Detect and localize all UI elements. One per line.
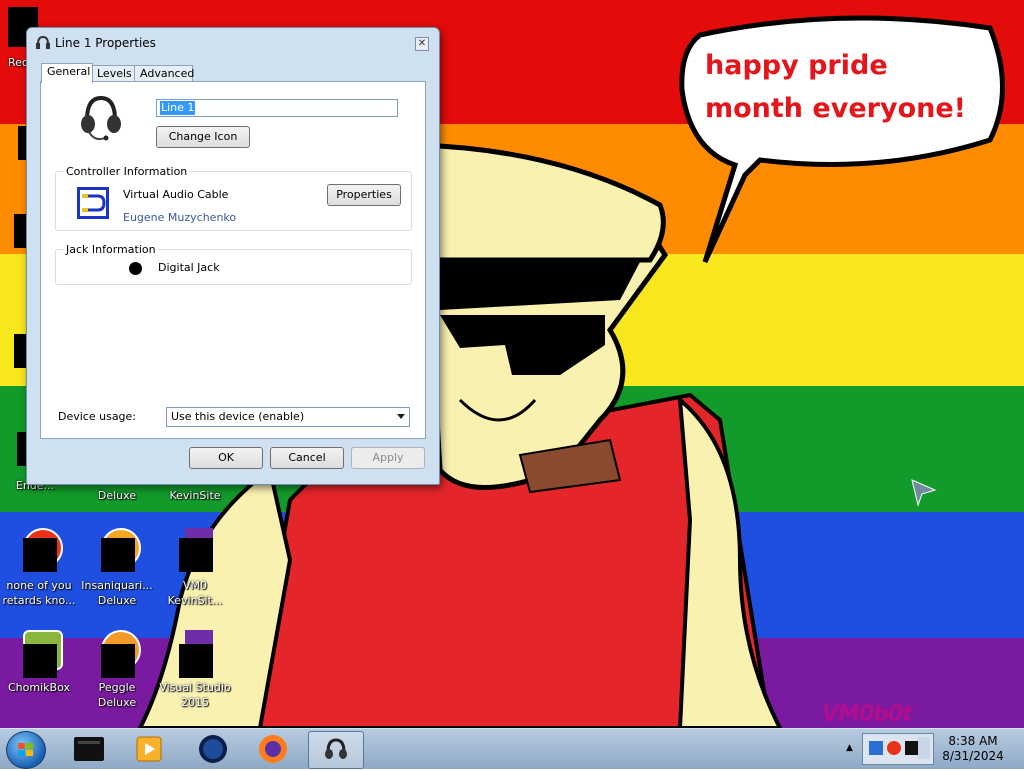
desktop-icon-label: Rec (8, 56, 28, 69)
taskbar-app-terminal[interactable] (62, 731, 116, 767)
tab-label: Advanced (140, 67, 195, 80)
desktop-icon-label: ChomikBox (8, 681, 70, 694)
globe-icon (199, 735, 227, 763)
close-icon: ✕ (417, 38, 427, 49)
terminal-icon (74, 737, 104, 761)
device-name-input[interactable]: Line 1 (156, 99, 398, 117)
tray-expand-arrow-icon[interactable]: ▲ (846, 743, 853, 753)
group-heading: Jack Information (64, 243, 158, 256)
cancel-button[interactable]: Cancel (270, 447, 344, 469)
volume-icon[interactable] (918, 737, 930, 759)
device-name-value: Line 1 (160, 101, 196, 115)
headset-icon (81, 95, 121, 141)
visual-studio-icon (171, 528, 219, 576)
taskbar-app-media-player[interactable] (122, 731, 176, 767)
chevron-down-icon (397, 414, 405, 419)
clock-time: 8:38 AM (948, 734, 998, 748)
desktop-icon-visual-studio-2015[interactable]: Visual Studio 2015 (156, 630, 234, 710)
taskbar: ▲ 8:38 AM 8/31/2024 (0, 728, 1024, 769)
dialog-titlebar[interactable]: Line 1 Properties ✕ (27, 28, 439, 58)
general-panel: Line 1 Change Icon Controller Informatio… (40, 81, 426, 439)
properties-dialog: Line 1 Properties ✕ General Levels Advan… (26, 27, 440, 485)
desktop-icon-label: Peggle Deluxe (97, 681, 137, 709)
headset-icon (36, 35, 50, 49)
app-icon (15, 528, 63, 576)
clock-date: 8/31/2024 (942, 749, 1004, 763)
tab-label: General (47, 65, 91, 78)
firefox-icon (259, 735, 287, 763)
group-heading: Controller Information (64, 165, 190, 178)
windows-logo-icon (18, 743, 33, 756)
controller-information-group: Controller Information Virtual Audio Cab… (55, 165, 412, 231)
taskbar-app-sound-properties[interactable] (308, 731, 364, 769)
desktop-icon-deluxe-partial[interactable]: Deluxe (78, 488, 156, 504)
jack-information-group: Jack Information Digital Jack (55, 243, 412, 285)
tab-general[interactable]: General (41, 63, 93, 83)
desktop-icon-kevinsite-partial[interactable]: KevinSite (156, 488, 234, 504)
taskbar-clock[interactable]: 8:38 AM 8/31/2024 (940, 734, 1006, 764)
tab-advanced[interactable]: Advanced (134, 65, 195, 82)
desktop-icon-label: Visual Studio 2015 (159, 681, 231, 709)
close-button[interactable]: ✕ (415, 37, 429, 51)
headset-icon (325, 738, 347, 759)
taskbar-app-globe[interactable] (186, 731, 240, 767)
ok-button[interactable]: OK (189, 447, 263, 469)
desktop-icon-label: Deluxe (97, 489, 137, 502)
speech-bubble-text: happy pride month everyone! (705, 50, 966, 124)
device-usage-label: Device usage: (58, 410, 137, 423)
tab-label: Levels (97, 67, 132, 80)
jack-name: Digital Jack (158, 261, 220, 274)
desktop-icon-label: none of you retards kno... (2, 579, 76, 607)
desktop-icon-none-of-you[interactable]: none of you retards kno... (0, 528, 78, 608)
fish-icon (93, 528, 141, 576)
controller-name: Virtual Audio Cable (123, 188, 229, 201)
desktop-icon-label: Insaniquari... Deluxe (81, 579, 153, 607)
tab-levels[interactable]: Levels (91, 65, 135, 82)
app-tray-icon[interactable] (887, 741, 901, 755)
device-usage-dropdown[interactable]: Use this device (enable) (166, 407, 410, 427)
taskbar-app-firefox[interactable] (246, 731, 300, 767)
media-player-icon (136, 736, 162, 762)
controller-vendor-link[interactable]: Eugene Muzychenko (123, 211, 236, 224)
device-usage-selected: Use this device (enable) (171, 410, 305, 423)
desktop-icon-insaniquarium[interactable]: Insaniquari... Deluxe (78, 528, 156, 608)
chomikbox-icon (15, 630, 63, 678)
apply-button[interactable]: Apply (351, 447, 425, 469)
change-icon-button[interactable]: Change Icon (156, 126, 250, 148)
desktop-icon-peggle-deluxe[interactable]: Peggle Deluxe (78, 630, 156, 710)
controller-properties-button[interactable]: Properties (327, 184, 401, 206)
network-icon[interactable] (869, 741, 883, 755)
peggle-icon (93, 630, 141, 678)
jack-color-icon (129, 262, 142, 275)
desktop-icon-label: KevinSite (169, 489, 221, 502)
desktop-icon-label: VM0 KevinSit... (167, 579, 223, 607)
desktop-icon-vm0-kevinsite[interactable]: VM0 KevinSit... (156, 528, 234, 608)
audio-cable-icon (77, 187, 109, 219)
visual-studio-icon (171, 630, 219, 678)
start-button[interactable] (6, 731, 46, 769)
desktop-icon-chomikbox[interactable]: ChomikBox (0, 630, 78, 695)
dialog-title: Line 1 Properties (55, 36, 156, 50)
watermark-text: VM0b0t (822, 702, 913, 727)
